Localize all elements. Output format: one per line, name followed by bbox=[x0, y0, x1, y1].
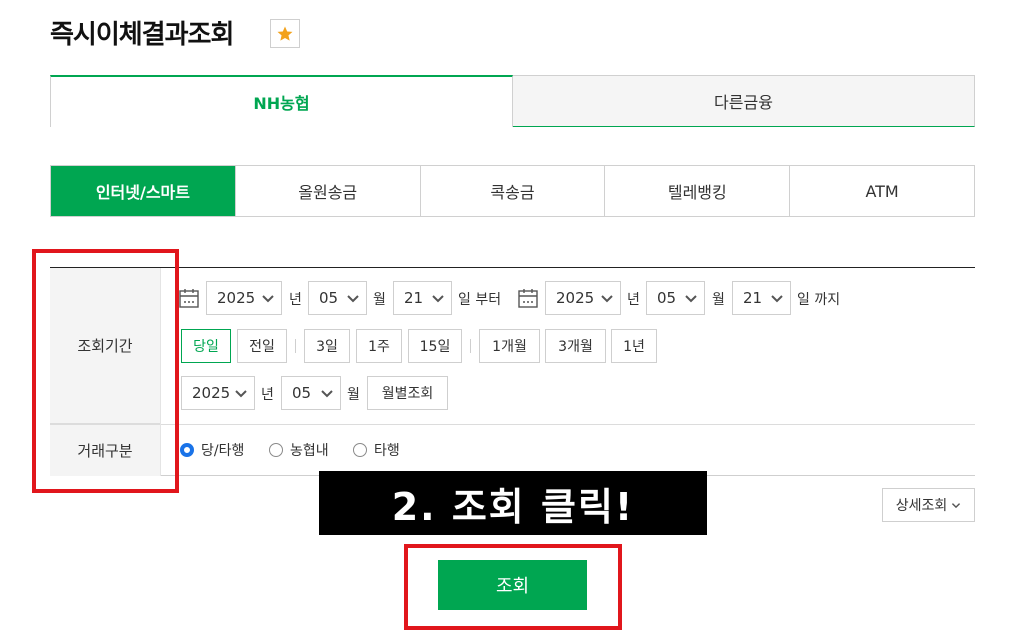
tab-allone-transfer[interactable]: 올원송금 bbox=[234, 166, 420, 216]
tab-kok-transfer[interactable]: 콕송금 bbox=[419, 166, 605, 216]
start-day-select[interactable]: 21 bbox=[393, 281, 452, 315]
calendar-icon[interactable] bbox=[178, 287, 200, 309]
start-month-value: 05 bbox=[319, 289, 339, 307]
end-month-unit: 월 bbox=[712, 292, 725, 308]
period-3month-button[interactable]: 3개월 bbox=[545, 329, 606, 363]
chevron-down-icon bbox=[771, 295, 783, 303]
divider bbox=[295, 339, 296, 353]
period-3day-button[interactable]: 3일 bbox=[304, 329, 350, 363]
calendar-icon[interactable] bbox=[517, 287, 539, 309]
chevron-down-icon bbox=[685, 295, 697, 303]
radio-all-banks[interactable] bbox=[180, 443, 194, 457]
period-1month-button[interactable]: 1개월 bbox=[479, 329, 540, 363]
divider bbox=[470, 339, 471, 353]
period-1week-button[interactable]: 1주 bbox=[356, 329, 402, 363]
monthly-month-select[interactable]: 05 bbox=[281, 376, 341, 410]
instruction-banner: 2. 조회 클릭! bbox=[319, 471, 707, 535]
start-year-unit: 년 bbox=[289, 292, 302, 308]
radio-other-bank[interactable] bbox=[353, 443, 367, 457]
end-year-select[interactable]: 2025 bbox=[545, 281, 621, 315]
chevron-down-icon bbox=[432, 295, 444, 303]
channel-tabs: 인터넷/스마트 올원송금 콕송금 텔레뱅킹 ATM bbox=[50, 165, 975, 217]
page-title: 즉시이체결과조회 bbox=[50, 20, 234, 50]
chevron-down-icon bbox=[347, 295, 359, 303]
monthly-search-button[interactable]: 월별조회 bbox=[367, 376, 448, 410]
start-month-unit: 월 bbox=[373, 292, 386, 308]
start-year-value: 2025 bbox=[217, 289, 256, 307]
chevron-down-icon bbox=[321, 390, 333, 398]
monthly-month-unit: 월 bbox=[347, 387, 360, 403]
chevron-down-icon bbox=[262, 295, 274, 303]
monthly-year-unit: 년 bbox=[261, 387, 274, 403]
tab-internet-smart[interactable]: 인터넷/스마트 bbox=[51, 166, 235, 216]
period-today-button[interactable]: 당일 bbox=[181, 329, 231, 363]
transaction-type-label: 거래구분 bbox=[50, 424, 160, 476]
period-label: 조회기간 bbox=[50, 268, 160, 424]
start-day-value: 21 bbox=[404, 289, 424, 307]
end-year-unit: 년 bbox=[627, 292, 640, 308]
radio-all-banks-label[interactable]: 당/타행 bbox=[201, 440, 244, 460]
monthly-year-value: 2025 bbox=[192, 384, 231, 402]
end-day-value: 21 bbox=[743, 289, 763, 307]
end-year-value: 2025 bbox=[556, 289, 595, 307]
tab-telebanking[interactable]: 텔레뱅킹 bbox=[604, 166, 790, 216]
radio-other-bank-label[interactable]: 타행 bbox=[374, 440, 400, 460]
bank-tabs: NH농협 다른금융 bbox=[50, 75, 975, 127]
column-divider bbox=[160, 268, 161, 476]
start-year-select[interactable]: 2025 bbox=[206, 281, 282, 315]
chevron-down-icon bbox=[235, 390, 247, 398]
detail-search-label: 상세조회 bbox=[895, 498, 948, 514]
radio-nh-internal-label[interactable]: 농협내 bbox=[290, 440, 329, 460]
star-icon bbox=[277, 26, 293, 41]
period-yesterday-button[interactable]: 전일 bbox=[237, 329, 287, 363]
end-month-select[interactable]: 05 bbox=[646, 281, 705, 315]
start-day-unit: 일 부터 bbox=[458, 292, 502, 308]
monthly-month-value: 05 bbox=[292, 384, 312, 402]
chevron-down-icon bbox=[952, 503, 961, 509]
end-month-value: 05 bbox=[657, 289, 677, 307]
period-1year-button[interactable]: 1년 bbox=[611, 329, 657, 363]
start-month-select[interactable]: 05 bbox=[308, 281, 367, 315]
detail-search-button[interactable]: 상세조회 bbox=[882, 488, 975, 522]
search-submit-button[interactable]: 조회 bbox=[438, 560, 587, 610]
end-day-unit: 일 까지 bbox=[797, 292, 841, 308]
search-form: 조회기간 거래구분 2025 년 05 월 21 일 부터 2025 년 05 bbox=[50, 267, 975, 476]
tab-atm[interactable]: ATM bbox=[789, 166, 974, 216]
row-divider bbox=[50, 424, 975, 425]
tab-nh[interactable]: NH농협 bbox=[50, 75, 513, 127]
tab-other-bank[interactable]: 다른금융 bbox=[513, 75, 975, 127]
end-day-select[interactable]: 21 bbox=[732, 281, 791, 315]
chevron-down-icon bbox=[601, 295, 613, 303]
radio-nh-internal[interactable] bbox=[269, 443, 283, 457]
monthly-year-select[interactable]: 2025 bbox=[181, 376, 255, 410]
period-15day-button[interactable]: 15일 bbox=[408, 329, 462, 363]
favorite-button[interactable] bbox=[270, 19, 300, 48]
